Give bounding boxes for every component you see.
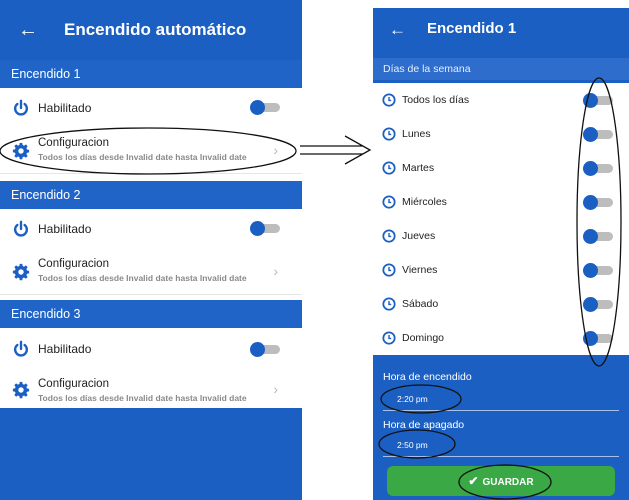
day-row-jueves[interactable]: Jueves (373, 219, 629, 254)
configuracion-subtitle: Todos los días desde Invalid date hasta … (38, 393, 247, 403)
power-icon (14, 99, 28, 116)
chevron-right-icon: › (273, 263, 278, 279)
left-app-bar: ← Encendido automático (0, 0, 302, 60)
habilitado-toggle-1[interactable] (250, 100, 280, 115)
day-row-martes[interactable]: Martes (373, 151, 629, 186)
annotation-arrow (300, 135, 372, 165)
habilitado-toggle-3[interactable] (250, 342, 280, 357)
left-title: Encendido automático (64, 20, 247, 39)
day-label: Domingo (402, 332, 445, 344)
on-time-underline (383, 410, 619, 411)
habilitado-label: Habilitado (38, 342, 92, 356)
day-label: Lunes (402, 128, 431, 140)
habilitado-label: Habilitado (38, 222, 92, 236)
day-toggle[interactable] (583, 127, 613, 142)
habilitado-toggle-2[interactable] (250, 221, 280, 236)
on-time-label: Hora de encendido (383, 371, 472, 383)
day-label: Sábado (402, 298, 439, 310)
gear-icon (12, 142, 30, 160)
power-icon (14, 220, 28, 237)
right-app-bar: ← Encendido 1 (373, 8, 629, 51)
section-header-encendido-1: Encendido 1 (0, 60, 302, 88)
day-row-lunes[interactable]: Lunes (373, 117, 629, 152)
off-time-underline (383, 456, 619, 457)
configuracion-subtitle: Todos los días desde Invalid date hasta … (38, 273, 247, 283)
section-header-encendido-2: Encendido 2 (0, 181, 302, 209)
configuracion-subtitle: Todos los días desde Invalid date hasta … (38, 152, 247, 162)
back-arrow-icon[interactable]: ← (18, 20, 38, 40)
clock-icon (382, 263, 396, 277)
day-toggle[interactable] (583, 161, 613, 176)
configuracion-title: Configuracion (38, 258, 109, 270)
configuracion-row-2[interactable]: Configuracion Todos los días desde Inval… (0, 249, 302, 295)
configuracion-title: Configuracion (38, 378, 109, 390)
habilitado-label: Habilitado (38, 101, 92, 115)
chevron-right-icon: › (273, 142, 278, 158)
day-row-viernes[interactable]: Viernes (373, 253, 629, 288)
clock-icon (382, 127, 396, 141)
clock-icon (382, 229, 396, 243)
habilitado-row-3[interactable]: Habilitado (0, 328, 302, 371)
day-toggle[interactable] (583, 93, 613, 108)
chevron-right-icon: › (273, 381, 278, 397)
clock-icon (382, 161, 396, 175)
day-row-miercoles[interactable]: Miércoles (373, 185, 629, 220)
section-header-encendido-3: Encendido 3 (0, 300, 302, 328)
day-row-todos[interactable]: Todos los días (373, 83, 629, 118)
check-icon: ✔ (468, 474, 479, 488)
on-time-value[interactable]: 2:20 pm (397, 394, 428, 404)
day-row-sabado[interactable]: Sábado (373, 287, 629, 322)
power-icon (14, 340, 28, 357)
gear-icon (12, 263, 30, 281)
configuracion-title: Configuracion (38, 137, 109, 149)
day-toggle[interactable] (583, 331, 613, 346)
left-bottom-background (0, 408, 302, 500)
day-toggle[interactable] (583, 195, 613, 210)
day-toggle[interactable] (583, 263, 613, 278)
clock-icon (382, 195, 396, 209)
day-toggle[interactable] (583, 229, 613, 244)
save-label: GUARDAR (482, 477, 534, 488)
clock-icon (382, 297, 396, 311)
day-row-domingo[interactable]: Domingo (373, 321, 629, 355)
off-time-label: Hora de apagado (383, 419, 465, 431)
back-arrow-icon[interactable]: ← (389, 20, 406, 40)
day-label: Martes (402, 162, 435, 174)
day-toggle[interactable] (583, 297, 613, 312)
day-label: Jueves (402, 230, 436, 242)
configuracion-row-1[interactable]: Configuracion Todos los días desde Inval… (0, 128, 302, 174)
left-screen: ← Encendido automático Encendido 1 Habil… (0, 0, 302, 500)
off-time-value[interactable]: 2:50 pm (397, 440, 428, 450)
configuracion-row-3[interactable]: Configuracion Todos los días desde Inval… (0, 370, 302, 408)
save-button[interactable]: ✔ GUARDAR (387, 466, 615, 496)
gear-icon (12, 381, 30, 399)
day-label: Miércoles (402, 196, 447, 208)
days-header: Días de la semana (373, 58, 629, 80)
right-screen: ← Encendido 1 Días de la semana Todos lo… (373, 0, 629, 500)
habilitado-row-1[interactable]: Habilitado (0, 88, 302, 129)
habilitado-row-2[interactable]: Habilitado (0, 209, 302, 250)
right-title: Encendido 1 (427, 20, 517, 37)
clock-icon (382, 93, 396, 107)
day-label: Todos los días (402, 94, 470, 106)
clock-icon (382, 331, 396, 345)
day-label: Viernes (402, 264, 438, 276)
